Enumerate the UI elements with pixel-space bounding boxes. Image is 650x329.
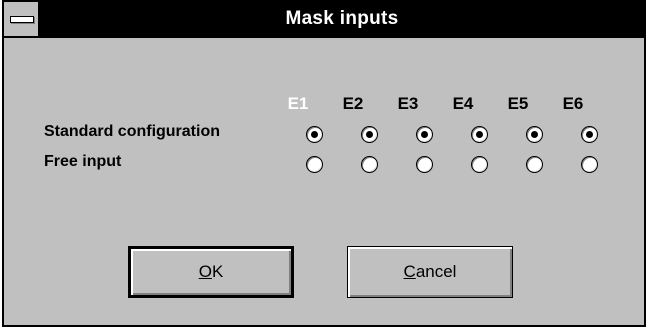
column-header-e3: E3 [397, 94, 419, 113]
cancel-button[interactable]: Cancel [347, 246, 513, 298]
radio-selected-dot-icon [421, 131, 428, 138]
cancel-button-label: Cancel [403, 262, 457, 281]
dialog-title: Mask inputs [285, 8, 399, 29]
column-header-e6: E6 [562, 94, 584, 113]
radio-standard-e1[interactable] [306, 126, 323, 143]
radio-standard-e4[interactable] [471, 126, 488, 143]
dialog-body: E1 E2 E3 E4 E5 E6 Standard configuration… [4, 38, 644, 325]
mask-inputs-dialog: Mask inputs E1 E2 E3 E4 E5 E6 Standard c… [2, 0, 646, 327]
column-header-e4: E4 [452, 94, 474, 113]
radio-standard-e5[interactable] [526, 126, 543, 143]
radio-selected-dot-icon [586, 131, 593, 138]
radio-standard-e3[interactable] [416, 126, 433, 143]
radio-selected-dot-icon [531, 131, 538, 138]
radio-free-e6[interactable] [581, 156, 598, 173]
ok-button[interactable]: OK [128, 246, 294, 298]
radio-free-e3[interactable] [416, 156, 433, 173]
radio-selected-dot-icon [366, 131, 373, 138]
radio-selected-dot-icon [476, 131, 483, 138]
column-header-e2: E2 [342, 94, 364, 113]
title-bar: Mask inputs [4, 2, 644, 38]
system-menu-dash-icon [10, 16, 34, 23]
radio-standard-e2[interactable] [361, 126, 378, 143]
radio-free-e4[interactable] [471, 156, 488, 173]
row-label-free-input: Free input [44, 153, 122, 170]
ok-button-label: OK [198, 262, 224, 281]
column-header-e5: E5 [507, 94, 529, 113]
radio-free-e1[interactable] [306, 156, 323, 173]
radio-selected-dot-icon [311, 131, 318, 138]
column-header-e1: E1 [287, 94, 309, 113]
radio-standard-e6[interactable] [581, 126, 598, 143]
radio-free-e5[interactable] [526, 156, 543, 173]
system-menu-button[interactable] [4, 2, 40, 36]
radio-free-e2[interactable] [361, 156, 378, 173]
row-label-standard-configuration: Standard configuration [44, 123, 220, 140]
